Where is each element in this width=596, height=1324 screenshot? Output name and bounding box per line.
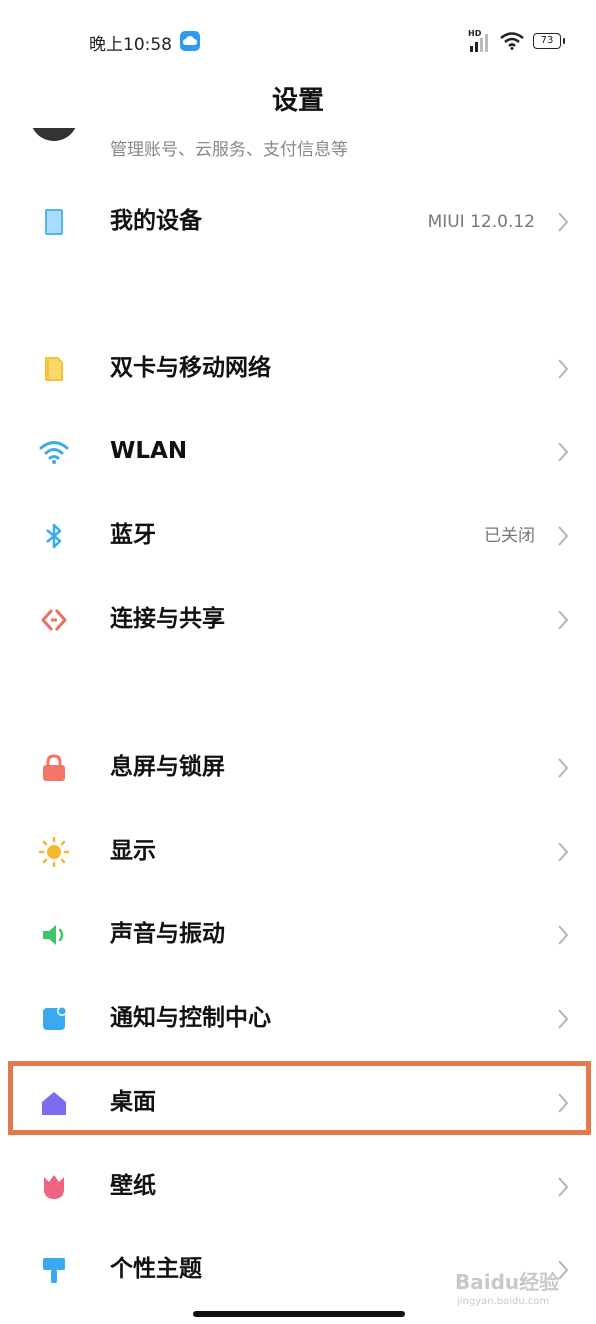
lock-icon (43, 754, 65, 781)
settings-item-sim[interactable]: 双卡与移动网络 (0, 331, 596, 407)
settings-item-my-device[interactable]: 我的设备 MIUI 12.0.12 (0, 184, 596, 260)
highlight-frame (8, 1061, 591, 1135)
settings-item-label: WLAN (110, 438, 188, 464)
tablet-icon (45, 209, 63, 235)
settings-item-wlan[interactable]: WLAN (0, 414, 596, 490)
wifi-icon (39, 441, 69, 464)
watermark-text: Baidu经验 (455, 1270, 560, 1294)
chevron-right-icon (558, 442, 569, 462)
chevron-right-icon (558, 1009, 569, 1029)
settings-item-label: 个性主题 (110, 1256, 202, 1282)
settings-item-label: 通知与控制中心 (110, 1005, 271, 1031)
wifi-status-icon (500, 32, 524, 50)
settings-item-label: 我的设备 (110, 208, 202, 234)
settings-item-display[interactable]: 显示 (0, 814, 596, 890)
sim-card-icon (45, 357, 63, 381)
settings-item-label: 连接与共享 (110, 606, 225, 632)
notification-icon (43, 1006, 67, 1030)
chevron-right-icon (558, 758, 569, 778)
settings-item-sound[interactable]: 声音与振动 (0, 897, 596, 973)
chevron-right-icon (558, 526, 569, 546)
settings-item-value: MIUI 12.0.12 (427, 212, 535, 232)
settings-item-label: 壁纸 (110, 1173, 156, 1199)
tulip-icon (44, 1175, 64, 1199)
settings-item-notifications[interactable]: 通知与控制中心 (0, 981, 596, 1057)
watermark-url: jingyan.baidu.com (457, 1296, 550, 1307)
sun-icon (38, 836, 70, 868)
paint-brush-icon (43, 1258, 65, 1283)
chevron-right-icon (558, 925, 569, 945)
status-bar: 晚上10:58 HD 73 (0, 0, 596, 80)
chevron-right-icon (558, 842, 569, 862)
cloud-notification-icon (180, 31, 200, 51)
page-title: 设置 (271, 86, 324, 116)
chevron-right-icon (558, 359, 569, 379)
status-time: 晚上10:58 (89, 35, 172, 55)
cellular-signal-icon (470, 34, 488, 52)
chevron-right-icon (558, 212, 569, 232)
settings-item-wallpaper[interactable]: 壁纸 (0, 1149, 596, 1225)
settings-item-label: 息屏与锁屏 (110, 754, 225, 780)
avatar (30, 128, 78, 141)
settings-item-label: 声音与振动 (110, 921, 225, 947)
account-subtitle: 管理账号、云服务、支付信息等 (110, 140, 348, 158)
settings-item-connect-share[interactable]: 连接与共享 (0, 582, 596, 658)
settings-item-label: 显示 (110, 838, 156, 864)
settings-item-lock-screen[interactable]: 息屏与锁屏 (0, 730, 596, 806)
connection-share-icon (41, 608, 67, 632)
battery-indicator: 73 (533, 33, 565, 49)
chevron-right-icon (558, 610, 569, 630)
bluetooth-icon (46, 523, 62, 549)
home-indicator[interactable] (193, 1311, 405, 1317)
settings-item-label: 双卡与移动网络 (110, 355, 271, 381)
speaker-icon (43, 925, 64, 945)
settings-item-value: 已关闭 (484, 526, 535, 546)
account-row[interactable]: 管理账号、云服务、支付信息等 (0, 128, 596, 158)
settings-item-bluetooth[interactable]: 蓝牙 已关闭 (0, 498, 596, 574)
chevron-right-icon (558, 1177, 569, 1197)
settings-item-label: 蓝牙 (110, 522, 156, 548)
